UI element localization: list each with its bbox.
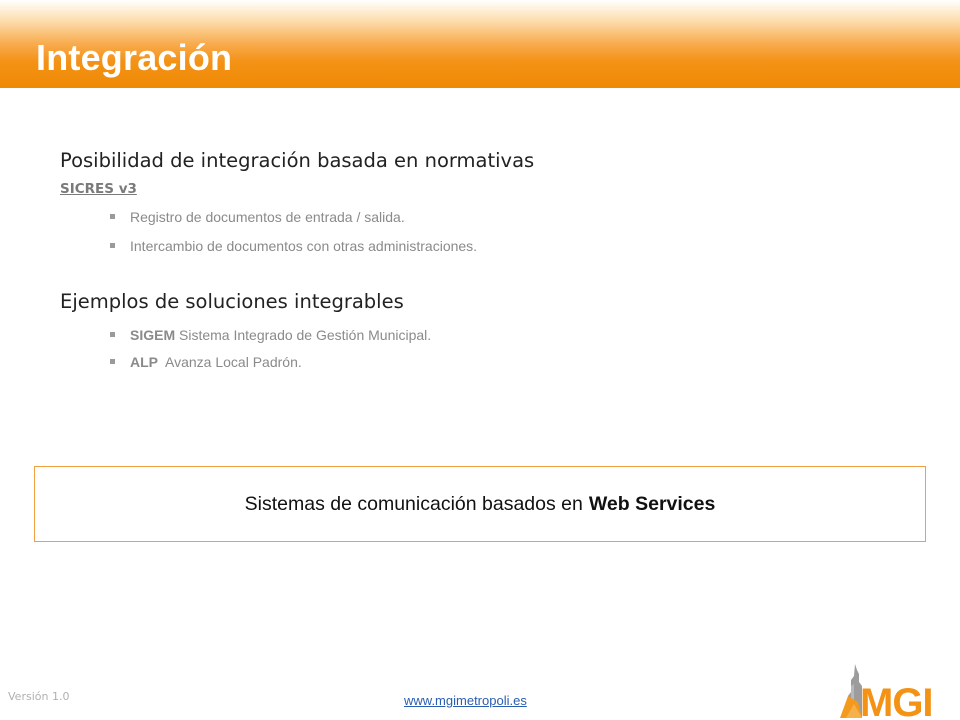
bullet-bold-term: SIGEM [130, 327, 176, 343]
list-item: SIGEM Sistema Integrado de Gestión Munic… [110, 326, 431, 344]
square-bullet-icon [110, 358, 115, 364]
version-label: Versión 1.0 [8, 690, 70, 703]
section-heading-ejemplos: Ejemplos de soluciones integrables [60, 290, 404, 313]
mgi-logo: MGI [840, 664, 934, 718]
square-bullet-icon [110, 242, 115, 248]
bullet-text: Intercambio de documentos con otras admi… [130, 238, 478, 254]
bullet-bold-term: ALP [130, 354, 158, 370]
list-item: Intercambio de documentos con otras admi… [110, 237, 477, 255]
square-bullet-icon [110, 331, 115, 337]
bullet-text: Registro de documentos de entrada / sali… [130, 209, 405, 225]
bullet-text: Avanza Local Padrón. [165, 354, 302, 370]
list-item: Registro de documentos de entrada / sali… [110, 208, 405, 226]
page-title: Integración [36, 37, 233, 78]
callout-bold-text: Web Services [588, 492, 716, 515]
title-banner: Integración [0, 0, 960, 88]
callout-text: Sistemas de comunicación basados en [244, 492, 583, 515]
square-bullet-icon [110, 213, 115, 219]
bullet-text: Sistema Integrado de Gestión Municipal. [179, 327, 432, 343]
sicres-link[interactable]: SICRES v3 [60, 181, 137, 197]
section-heading-normativas: Posibilidad de integración basada en nor… [60, 149, 535, 172]
list-item: ALP Avanza Local Padrón. [110, 353, 302, 371]
website-link[interactable]: www.mgimetropoli.es [404, 693, 527, 708]
web-services-callout: Sistemas de comunicación basados en Web S… [34, 466, 926, 542]
logo-text: MGI [860, 681, 933, 718]
